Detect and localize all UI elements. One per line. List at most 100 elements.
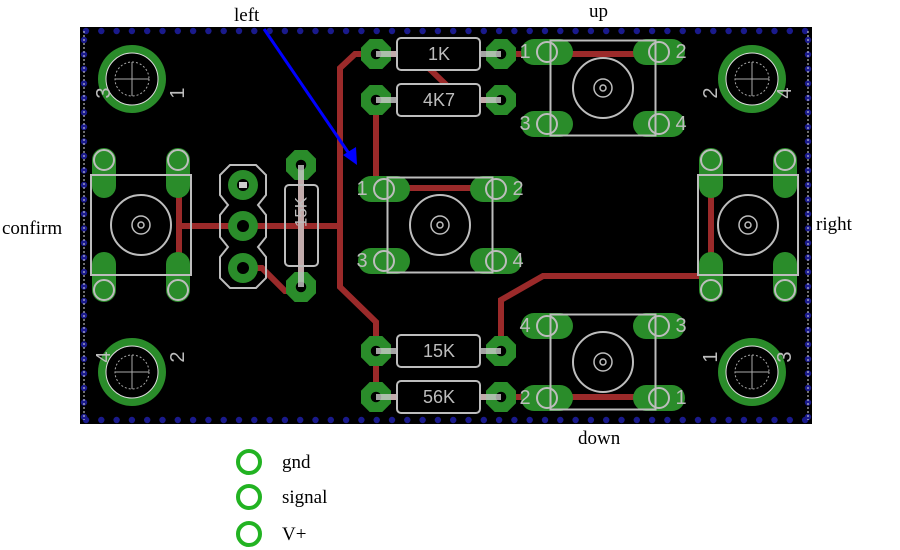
border-dot	[572, 27, 579, 35]
border-dot	[312, 27, 319, 35]
border-dot	[740, 416, 748, 424]
border-dot	[404, 27, 411, 35]
border-dot	[694, 416, 702, 424]
border-dot	[526, 27, 533, 35]
silk-label: 2	[167, 351, 189, 362]
border-dot	[342, 27, 350, 35]
border-dot	[633, 416, 640, 424]
border-dot	[495, 416, 503, 424]
border-dot	[327, 416, 334, 424]
border-dot	[205, 27, 212, 35]
border-dot	[144, 416, 151, 424]
border-dot	[174, 27, 181, 35]
border-dot	[740, 27, 748, 35]
border-dot	[756, 27, 763, 35]
silk-label: 15K	[423, 341, 455, 361]
silk-label: 3	[774, 351, 796, 362]
border-dot	[710, 416, 717, 424]
drill	[237, 262, 249, 274]
border-dot	[373, 27, 380, 35]
border-dot	[786, 27, 793, 35]
silk-label: 3	[93, 87, 115, 98]
border-dot	[786, 416, 793, 424]
legend: gnd signal V+	[236, 449, 327, 547]
border-dot	[725, 416, 732, 424]
silk-label: 2	[512, 178, 523, 200]
silk-label: 4	[93, 351, 115, 362]
mounting-hole	[718, 45, 786, 113]
border-dot	[327, 27, 334, 35]
border-dot	[419, 416, 426, 424]
border-dot	[358, 27, 365, 35]
border-dot	[434, 27, 442, 35]
silk-label: 1K	[428, 44, 450, 64]
border-dot	[801, 27, 809, 35]
border-dot	[251, 416, 258, 424]
silk-label: 4	[774, 87, 796, 98]
border-dot	[648, 27, 656, 35]
border-dot	[266, 416, 273, 424]
silk-label: 3	[675, 315, 686, 337]
silk-label: 1	[700, 351, 722, 362]
border-dot	[205, 416, 212, 424]
border-dot	[603, 416, 610, 424]
border-dot	[404, 416, 411, 424]
border-dot	[159, 416, 166, 424]
border-dot	[297, 27, 304, 35]
border-dot	[297, 416, 304, 424]
border-dot	[281, 416, 289, 424]
border-dot	[495, 27, 503, 35]
border-dot	[235, 416, 243, 424]
silk-label: 1	[356, 178, 367, 200]
border-dot	[694, 27, 702, 35]
border-dot	[756, 416, 763, 424]
border-dot	[557, 416, 564, 424]
pcb-layout: 1K4K715K56K15K1 23 41 23 44 32 13 14 22 41 3 left …	[2, 1, 853, 547]
border-dot	[618, 416, 625, 424]
silk-label: 15K	[292, 196, 311, 227]
pin1-mark	[239, 182, 247, 188]
border-dot	[342, 416, 350, 424]
border-dot	[220, 27, 227, 35]
silk-label: 1	[167, 87, 189, 98]
drill	[237, 220, 249, 232]
label-down: down	[578, 428, 621, 449]
label-confirm: confirm	[2, 218, 62, 239]
border-dot	[388, 416, 396, 424]
border-dot	[388, 27, 396, 35]
silk-label: 1	[675, 387, 686, 409]
label-left: left	[234, 5, 260, 26]
border-dot	[725, 27, 732, 35]
legend-signal-label: signal	[282, 487, 327, 508]
border-dot	[633, 27, 640, 35]
border-dot	[281, 27, 289, 35]
border-dot	[618, 27, 625, 35]
legend-vplus-label: V+	[282, 524, 306, 545]
border-dot	[541, 27, 549, 35]
silk-label: 2	[519, 387, 530, 409]
border-dot	[587, 27, 595, 35]
border-dot	[159, 27, 166, 35]
border-dot	[128, 416, 136, 424]
silk-label: 2	[675, 41, 686, 63]
silk-label: 1	[519, 41, 530, 63]
mounting-hole	[98, 45, 166, 113]
legend-vplus-marker	[236, 521, 262, 547]
border-dot	[450, 416, 457, 424]
silk-label: 3	[519, 113, 530, 135]
border-dot	[648, 416, 656, 424]
border-dot	[679, 27, 686, 35]
border-dot	[251, 27, 258, 35]
silk-label: 4	[519, 315, 530, 337]
border-dot	[664, 416, 671, 424]
border-dot	[220, 416, 227, 424]
silk-label: 3	[356, 250, 367, 272]
border-dot	[235, 27, 243, 35]
silk-label: 4	[675, 113, 686, 135]
border-dot	[511, 27, 518, 35]
border-dot	[113, 27, 120, 35]
border-dot	[465, 27, 472, 35]
border-dot	[373, 416, 380, 424]
legend-gnd-marker	[236, 449, 262, 475]
border-dot	[541, 416, 549, 424]
